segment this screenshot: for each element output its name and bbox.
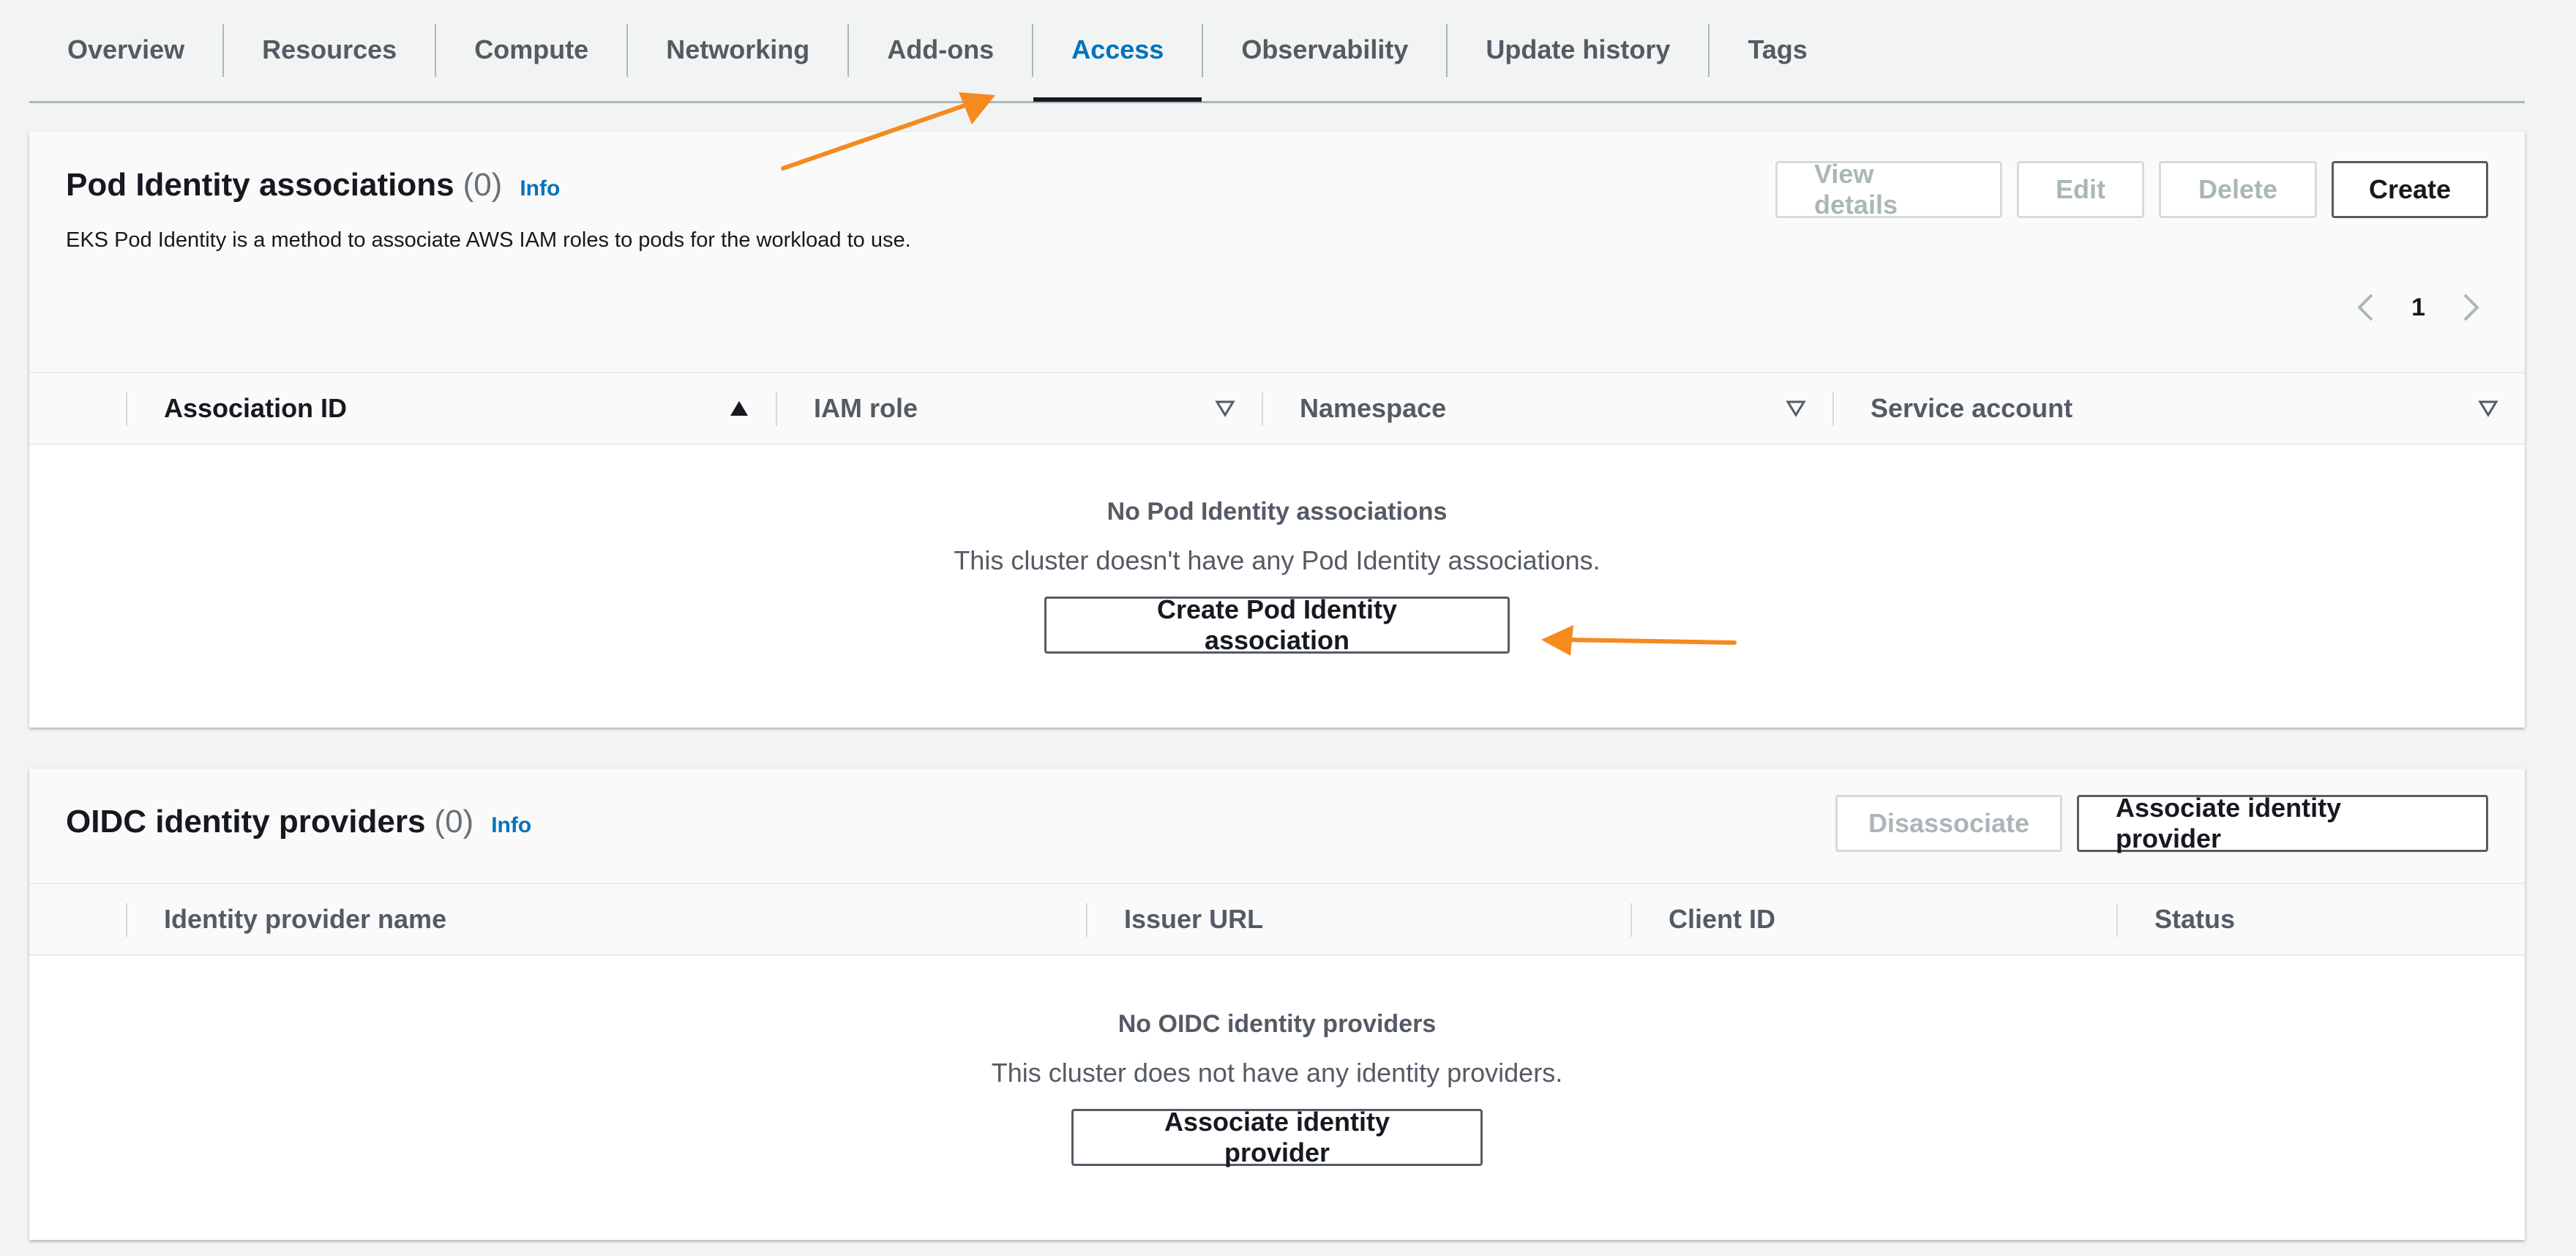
pod-identity-actions: View details Edit Delete Create (1775, 159, 2488, 220)
sort-icon[interactable] (1786, 373, 1806, 444)
oidc-info-link[interactable]: Info (491, 813, 531, 838)
tab-observability[interactable]: Observability (1203, 0, 1446, 100)
disassociate-button[interactable]: Disassociate (1835, 795, 2062, 852)
associate-identity-provider-empty-button[interactable]: Associate identity provider (1071, 1107, 1483, 1167)
chevron-left-icon[interactable] (2353, 293, 2378, 322)
pod-identity-table-header: Association ID IAM role Namespace Servic… (29, 372, 2525, 445)
column-divider (776, 392, 777, 426)
tab-add-ons[interactable]: Add-ons (849, 0, 1032, 100)
column-namespace[interactable]: Namespace (1300, 373, 1446, 444)
pod-identity-count: (0) (463, 167, 503, 203)
oidc-count: (0) (434, 804, 474, 840)
sort-icon[interactable] (2478, 373, 2498, 444)
oidc-panel: OIDC identity providers (0) Info Disasso… (29, 769, 2525, 1240)
column-divider (1262, 392, 1263, 426)
chevron-right-icon[interactable] (2459, 293, 2484, 322)
column-divider (1630, 903, 1632, 937)
edit-button[interactable]: Edit (2017, 161, 2144, 218)
empty-state-title: No Pod Identity associations (1107, 498, 1448, 526)
pod-identity-empty-state: No Pod Identity associations This cluste… (29, 498, 2525, 655)
create-button[interactable]: Create (2332, 161, 2488, 218)
column-divider (2116, 903, 2118, 937)
column-divider (126, 903, 127, 937)
annotation-arrow-icon (781, 92, 995, 171)
pod-identity-title-row: Pod Identity associations (0) Info (66, 167, 560, 203)
oidc-title: OIDC identity providers (66, 804, 426, 840)
pod-identity-panel: Pod Identity associations (0) Info EKS P… (29, 132, 2525, 728)
pod-identity-header: Pod Identity associations (0) Info EKS P… (29, 132, 2525, 372)
pod-identity-description: EKS Pod Identity is a method to associat… (66, 228, 911, 252)
annotation-arrow-icon (1541, 625, 1737, 656)
view-details-button[interactable]: View details (1775, 159, 2002, 220)
column-status[interactable]: Status (2154, 884, 2235, 954)
tab-bar: Overview Resources Compute Networking Ad… (29, 0, 2525, 103)
column-client-id[interactable]: Client ID (1669, 884, 1775, 954)
pod-identity-info-link[interactable]: Info (520, 176, 560, 201)
column-identity-provider-name[interactable]: Identity provider name (164, 884, 446, 954)
tab-tags[interactable]: Tags (1710, 0, 1845, 100)
delete-button[interactable]: Delete (2159, 161, 2317, 218)
pagination: 1 (2353, 293, 2484, 322)
column-divider (1832, 392, 1834, 426)
empty-state-title: No OIDC identity providers (1117, 1010, 1437, 1038)
column-association-id[interactable]: Association ID (164, 373, 347, 444)
oidc-table-header: Identity provider name Issuer URL Client… (29, 883, 2525, 956)
column-iam-role[interactable]: IAM role (814, 373, 918, 444)
tab-overview[interactable]: Overview (29, 0, 222, 100)
create-pod-identity-association-button[interactable]: Create Pod Identity association (1044, 594, 1510, 655)
column-service-account[interactable]: Service account (1871, 373, 2073, 444)
oidc-empty-state: No OIDC identity providers This cluster … (29, 1010, 2525, 1167)
oidc-actions: Disassociate Associate identity provider (1835, 793, 2488, 853)
tab-networking[interactable]: Networking (628, 0, 847, 100)
oidc-header: OIDC identity providers (0) Info Disasso… (29, 769, 2525, 883)
column-issuer-url[interactable]: Issuer URL (1124, 884, 1263, 954)
pod-identity-title: Pod Identity associations (66, 167, 454, 203)
column-divider (126, 392, 127, 426)
empty-state-text: This cluster does not have any identity … (991, 1058, 1563, 1088)
sort-ascending-icon[interactable] (729, 373, 749, 444)
tab-resources[interactable]: Resources (224, 0, 435, 100)
associate-identity-provider-button[interactable]: Associate identity provider (2077, 793, 2488, 853)
tab-update-history[interactable]: Update history (1448, 0, 1708, 100)
oidc-title-row: OIDC identity providers (0) Info (66, 804, 531, 840)
page-number[interactable]: 1 (2411, 294, 2425, 322)
sort-icon[interactable] (1215, 373, 1235, 444)
empty-state-text: This cluster doesn't have any Pod Identi… (954, 545, 1600, 575)
eks-access-page: Overview Resources Compute Networking Ad… (0, 0, 2576, 1256)
tab-access[interactable]: Access (1033, 0, 1202, 102)
tab-compute[interactable]: Compute (436, 0, 626, 100)
column-divider (1086, 903, 1087, 937)
